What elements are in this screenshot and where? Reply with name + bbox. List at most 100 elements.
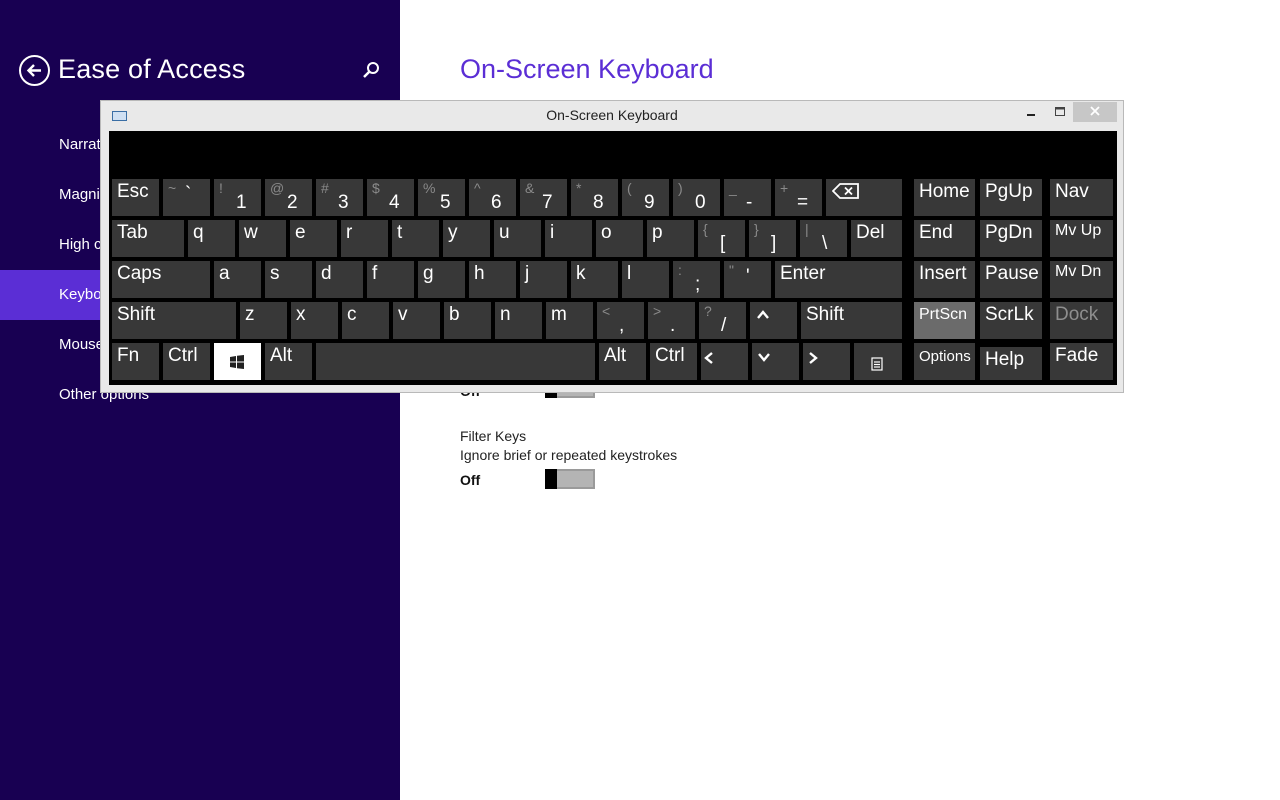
key-left-ctrl[interactable]: Ctrl <box>163 343 210 380</box>
left-arrow-icon <box>704 352 713 364</box>
key-up-arrow[interactable] <box>750 302 797 339</box>
key-9[interactable]: (9 <box>622 179 669 216</box>
key-i[interactable]: i <box>545 220 592 257</box>
up-arrow-icon <box>757 310 769 319</box>
key-5[interactable]: % 5 <box>418 179 465 216</box>
key-g[interactable]: g <box>418 261 465 298</box>
key-slash[interactable]: ? / <box>699 302 746 339</box>
key-end[interactable]: End <box>914 220 975 257</box>
key-v[interactable]: v <box>393 302 440 339</box>
key-left-arrow[interactable] <box>701 343 748 380</box>
key-b[interactable]: b <box>444 302 491 339</box>
key-d[interactable]: d <box>316 261 363 298</box>
key-0[interactable]: ) 0 <box>673 179 720 216</box>
key-minus[interactable]: _ - <box>724 179 771 216</box>
key-period[interactable]: >. <box>648 302 695 339</box>
key-left-alt[interactable]: Alt <box>265 343 312 380</box>
key-fade[interactable]: Fade <box>1050 343 1113 380</box>
key-down-arrow[interactable] <box>752 343 799 380</box>
key-comma[interactable]: <, <box>597 302 644 339</box>
key-quote[interactable]: " ' <box>724 261 771 298</box>
down-arrow-icon <box>758 353 770 362</box>
key-2[interactable]: @2 <box>265 179 312 216</box>
key-left-shift[interactable]: Shift <box>112 302 236 339</box>
back-button[interactable] <box>19 55 50 86</box>
key-4[interactable]: $4 <box>367 179 414 216</box>
key-nav[interactable]: Nav <box>1050 179 1113 216</box>
maximize-button[interactable] <box>1046 102 1074 122</box>
key-right-ctrl[interactable]: Ctrl <box>650 343 697 380</box>
key-del[interactable]: Del <box>851 220 902 257</box>
key-semicolon[interactable]: :; <box>673 261 720 298</box>
key-left-bracket[interactable]: {[ <box>698 220 745 257</box>
right-arrow-icon <box>809 352 818 364</box>
key-q[interactable]: q <box>188 220 235 257</box>
key-windows[interactable] <box>214 343 261 380</box>
search-icon <box>363 62 379 78</box>
key-enter[interactable]: Enter <box>775 261 902 298</box>
key-j[interactable]: j <box>520 261 567 298</box>
key-caps[interactable]: Caps <box>112 261 210 298</box>
key-m[interactable]: m <box>546 302 593 339</box>
minimize-button[interactable] <box>1017 102 1045 122</box>
key-move-up[interactable]: Mv Up <box>1050 220 1113 257</box>
key-u[interactable]: u <box>494 220 541 257</box>
key-pgdn[interactable]: PgDn <box>980 220 1042 257</box>
key-s[interactable]: s <box>265 261 312 298</box>
close-icon <box>1090 106 1100 116</box>
filter-keys-toggle[interactable] <box>545 469 595 489</box>
key-p[interactable]: p <box>647 220 694 257</box>
key-equals[interactable]: + = <box>775 179 822 216</box>
key-right-alt[interactable]: Alt <box>599 343 646 380</box>
page-title: On-Screen Keyboard <box>460 54 714 84</box>
key-esc[interactable]: Esc <box>112 179 159 216</box>
key-t[interactable]: t <box>392 220 439 257</box>
key-pause[interactable]: Pause <box>980 261 1042 298</box>
keyboard-area: Esc ~ ` ! 1 @2 #3 $4 % 5 ^ 6 & 7 * 8 (9 ) 0 _ - … <box>109 131 1117 385</box>
key-right-shift[interactable]: Shift <box>801 302 902 339</box>
key-c[interactable]: c <box>342 302 389 339</box>
key-pgup[interactable]: PgUp <box>980 179 1042 216</box>
key-insert[interactable]: Insert <box>914 261 975 298</box>
key-n[interactable]: n <box>495 302 542 339</box>
key-k[interactable]: k <box>571 261 618 298</box>
key-move-down[interactable]: Mv Dn <box>1050 261 1113 298</box>
filter-keys-title: Filter Keys <box>460 428 527 444</box>
key-7[interactable]: & 7 <box>520 179 567 216</box>
key-tab[interactable]: Tab <box>112 220 184 257</box>
key-8[interactable]: * 8 <box>571 179 618 216</box>
key-f[interactable]: f <box>367 261 414 298</box>
key-r[interactable]: r <box>341 220 388 257</box>
key-o[interactable]: o <box>596 220 643 257</box>
key-l[interactable]: l <box>622 261 669 298</box>
key-1[interactable]: ! 1 <box>214 179 261 216</box>
key-home[interactable]: Home <box>914 179 975 216</box>
minimize-icon <box>1027 114 1035 116</box>
key-y[interactable]: y <box>443 220 490 257</box>
key-fn[interactable]: Fn <box>112 343 159 380</box>
key-h[interactable]: h <box>469 261 516 298</box>
key-menu[interactable] <box>854 343 902 380</box>
back-arrow-icon <box>26 64 41 77</box>
key-x[interactable]: x <box>291 302 338 339</box>
key-3[interactable]: #3 <box>316 179 363 216</box>
close-button[interactable] <box>1073 102 1117 122</box>
key-space[interactable] <box>316 343 595 380</box>
key-options[interactable]: Options <box>914 343 975 380</box>
key-dock[interactable]: Dock <box>1050 302 1113 339</box>
osk-window: On-Screen Keyboard Esc ~ ` ! 1 @2 #3 $4 % 5… <box>100 100 1124 393</box>
key-prtscn[interactable]: PrtScn <box>914 302 975 339</box>
key-6[interactable]: ^ 6 <box>469 179 516 216</box>
key-scrlk[interactable]: ScrLk <box>980 302 1042 339</box>
key-backtick[interactable]: ~ ` <box>163 179 210 216</box>
key-backspace[interactable] <box>826 179 902 216</box>
key-right-bracket[interactable]: }] <box>749 220 796 257</box>
key-help[interactable]: Help <box>980 347 1042 380</box>
key-w[interactable]: w <box>239 220 286 257</box>
key-right-arrow[interactable] <box>803 343 850 380</box>
key-e[interactable]: e <box>290 220 337 257</box>
search-button[interactable] <box>360 60 382 82</box>
key-a[interactable]: a <box>214 261 261 298</box>
key-backslash[interactable]: | \ <box>800 220 847 257</box>
key-z[interactable]: z <box>240 302 287 339</box>
